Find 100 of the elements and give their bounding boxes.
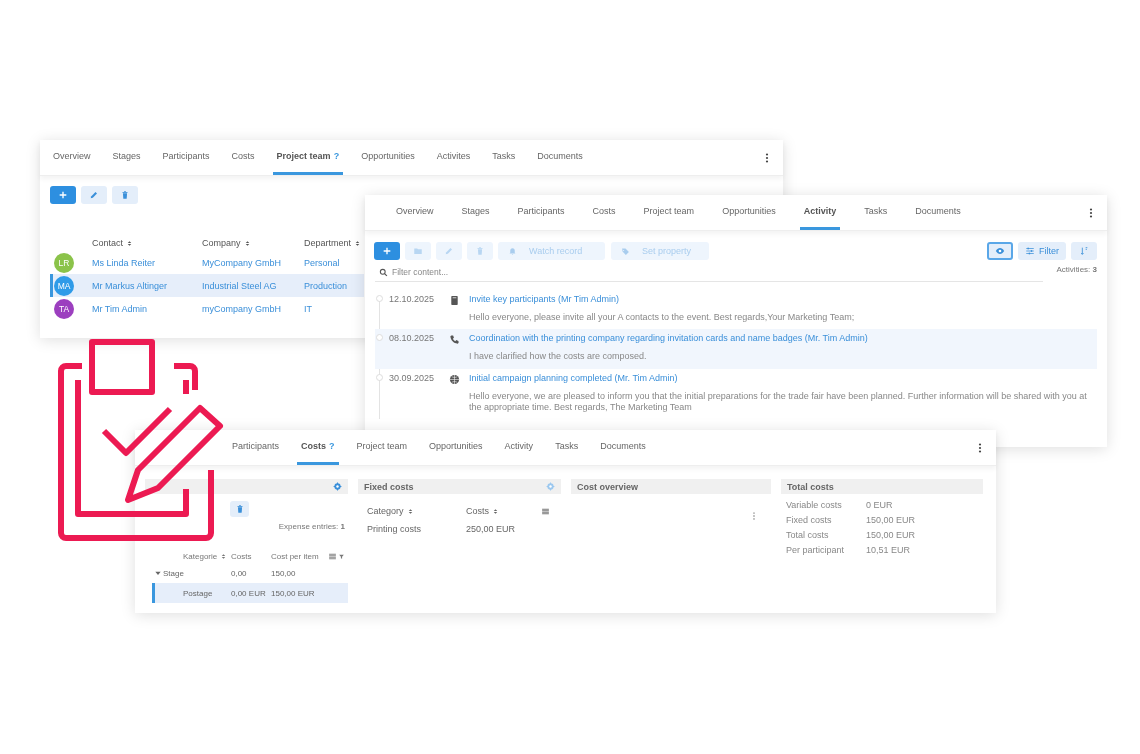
trash-icon xyxy=(475,246,485,256)
tab[interactable]: Opportunities xyxy=(425,430,487,465)
tab[interactable]: Activity xyxy=(500,430,538,465)
tab[interactable]: Participants xyxy=(158,140,214,175)
add-button[interactable] xyxy=(50,186,76,204)
table-cell-text: Printing costs xyxy=(367,524,423,534)
activity-item[interactable]: 08.10.2025 Coordination with the printing company regarding invitation cards and name badges (Mr. Tim Admin) I have clarified how the costs are composed. xyxy=(375,329,1097,369)
tab[interactable]: Opportunities xyxy=(718,195,780,230)
table-row[interactable]: Postage 0,00 EUR 150,00 EUR xyxy=(152,583,348,603)
caret-icon[interactable] xyxy=(154,569,162,577)
filter-icon[interactable] xyxy=(338,552,345,560)
phone-icon xyxy=(449,334,460,346)
sort-icon[interactable] xyxy=(243,239,251,247)
total-value: 150,00 EUR xyxy=(866,530,917,540)
clipboard-check-icon xyxy=(57,339,225,543)
columns-icon[interactable] xyxy=(328,551,337,561)
table-cell-text: 0,00 xyxy=(231,568,248,578)
table-row[interactable]: LR Ms Linda Reiter MyCompany GmbH Personal xyxy=(40,251,364,274)
column-header[interactable]: Cost per item xyxy=(271,551,328,561)
trash-icon xyxy=(120,190,130,200)
column-header[interactable]: Category xyxy=(367,506,404,516)
activity-date: 12.10.2025 xyxy=(389,293,436,306)
tab[interactable]: Documents xyxy=(596,430,650,465)
avatar: MA xyxy=(54,275,74,296)
panel-title: Cost overview xyxy=(577,481,639,492)
avatar: TA xyxy=(54,298,74,319)
column-header[interactable]: Department xyxy=(304,238,352,248)
activity-date: 08.10.2025 xyxy=(389,332,436,346)
tab[interactable]: Tasks xyxy=(551,430,583,465)
pencil-icon xyxy=(444,246,454,256)
table-row[interactable]: TA Mr Tim Admin myCompany GmbH IT xyxy=(40,297,364,320)
column-header[interactable]: Costs xyxy=(231,551,271,561)
tab[interactable]: Project team ? xyxy=(272,140,344,175)
activity-link[interactable]: Coordination with the printing company regarding invitation cards and name badges (Mr. Tim Admin) xyxy=(469,333,868,344)
table-cell[interactable]: Ms Linda Reiter xyxy=(92,257,202,268)
tab[interactable]: Stages xyxy=(457,195,494,230)
sort-icon[interactable] xyxy=(126,239,134,247)
column-header[interactable]: Kategorie xyxy=(183,551,218,561)
panel-title: Total costs xyxy=(787,481,834,492)
delete-button[interactable] xyxy=(112,186,138,204)
sliders-icon xyxy=(1025,246,1035,256)
search-field[interactable]: Filter content... xyxy=(392,267,1043,277)
settings-icon[interactable] xyxy=(546,482,555,491)
tab[interactable]: Project team xyxy=(639,195,699,230)
total-label: Fixed costs xyxy=(786,515,833,525)
tab[interactable]: Documents xyxy=(911,195,965,230)
tab[interactable]: Opportunities xyxy=(357,140,419,175)
tab[interactable]: Participants xyxy=(513,195,569,230)
edit-button[interactable] xyxy=(81,186,107,204)
activity-item[interactable]: 12.10.2025 Invite key participants (Mr Tim Admin) Hello everyone, please invite all your A contacts to the event. Best regards,Your Marketing Team; xyxy=(375,290,1097,330)
tab[interactable]: Activites xyxy=(432,140,475,175)
table-cell-text: 150,00 EUR xyxy=(271,588,316,598)
tab[interactable]: Documents xyxy=(533,140,587,175)
tab[interactable]: Costs ? xyxy=(297,430,339,465)
tag-icon xyxy=(621,246,630,256)
table-cell[interactable]: Mr Tim Admin xyxy=(92,303,202,314)
sort-icon[interactable] xyxy=(406,507,414,515)
pencil-icon xyxy=(89,190,99,200)
columns-icon[interactable] xyxy=(541,506,550,516)
folder-icon xyxy=(413,246,423,256)
total-value: 0 EUR xyxy=(866,500,894,510)
activity-link[interactable]: Invite key participants (Mr Tim Admin) xyxy=(469,294,620,304)
book-icon xyxy=(449,295,460,306)
activity-link[interactable]: Initial campaign planning completed (Mr. Tim Admin) xyxy=(469,372,678,383)
sort-button[interactable] xyxy=(1071,242,1097,260)
table-cell[interactable]: IT xyxy=(304,303,364,314)
tab[interactable]: Costs xyxy=(588,195,620,230)
column-header[interactable]: Costs xyxy=(466,506,489,516)
sort-icon[interactable] xyxy=(354,239,362,247)
table-cell[interactable]: Personal xyxy=(304,257,364,268)
tab[interactable]: Stages xyxy=(108,140,145,175)
avatar: LR xyxy=(54,252,74,273)
table-cell[interactable]: myCompany GmbH xyxy=(202,303,304,314)
settings-icon[interactable] xyxy=(333,482,342,491)
tab[interactable]: Tasks xyxy=(860,195,892,230)
tab[interactable]: Project team xyxy=(352,430,412,465)
activity-text: Hello everyone, we are pleased to inform you that the initial preparations for the trade fair have been planned. Further information will be shared with you at the appropriate time. Best regards, The Marketing Team xyxy=(469,390,1088,413)
tab[interactable]: Costs xyxy=(227,140,259,175)
total-label: Per participant xyxy=(786,545,846,555)
add-button[interactable] xyxy=(374,242,400,260)
column-header[interactable]: Company xyxy=(202,238,241,248)
plus-icon xyxy=(382,246,392,256)
sort-icon[interactable] xyxy=(220,552,228,560)
delete-button[interactable] xyxy=(230,501,249,517)
panel-title: Fixed costs xyxy=(364,481,414,492)
tab[interactable]: Activity xyxy=(799,195,841,230)
table-cell[interactable]: MyCompany GmbH xyxy=(202,257,304,268)
column-header[interactable]: Contact xyxy=(92,238,124,248)
sort-icon[interactable] xyxy=(492,507,499,515)
tab[interactable]: Overview xyxy=(392,195,438,230)
tab[interactable]: Tasks xyxy=(488,140,520,175)
table-cell-text: 250,00 EUR xyxy=(466,524,517,534)
total-value: 150,00 EUR xyxy=(866,515,917,525)
bell-icon xyxy=(508,246,517,256)
timeline-dot xyxy=(376,373,383,381)
view-toggle-button[interactable] xyxy=(987,242,1013,260)
search-icon xyxy=(379,267,388,277)
plus-icon xyxy=(58,190,68,200)
tab[interactable]: Overview xyxy=(49,140,95,175)
tab[interactable]: Participants xyxy=(228,430,284,465)
